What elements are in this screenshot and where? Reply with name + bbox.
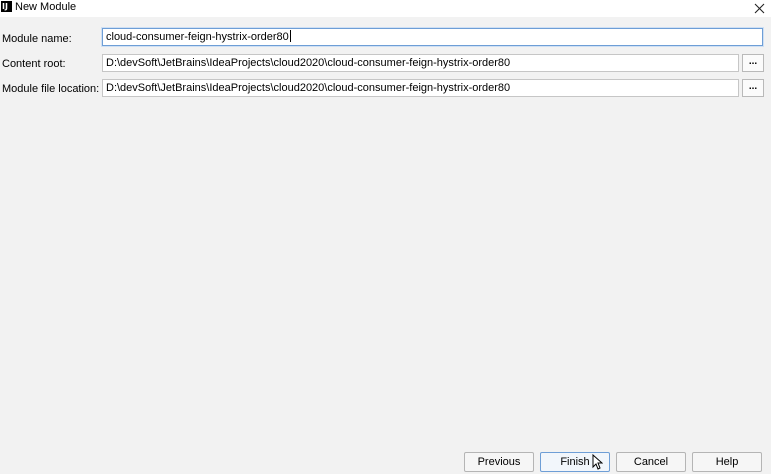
previous-button[interactable]: Previous bbox=[464, 452, 534, 472]
text-caret bbox=[289, 30, 291, 42]
module-name-value: cloud-consumer-feign-hystrix-order80 bbox=[106, 31, 289, 43]
module-file-location-label: Module file location: bbox=[2, 83, 100, 95]
close-icon bbox=[754, 3, 765, 13]
cancel-button[interactable]: Cancel bbox=[616, 452, 686, 472]
module-file-location-browse-button[interactable]: ... bbox=[742, 79, 764, 97]
content-root-value: D:\devSoft\JetBrains\IdeaProjects\cloud2… bbox=[106, 57, 511, 69]
window-title: New Module bbox=[15, 1, 77, 13]
module-file-location-value: D:\devSoft\JetBrains\IdeaProjects\cloud2… bbox=[106, 82, 511, 94]
help-button[interactable]: Help bbox=[692, 452, 762, 472]
module-name-label: Module name: bbox=[2, 33, 72, 45]
content-root-label: Content root: bbox=[2, 58, 66, 70]
module-file-location-input[interactable]: D:\devSoft\JetBrains\IdeaProjects\cloud2… bbox=[102, 79, 739, 97]
content-root-input[interactable]: D:\devSoft\JetBrains\IdeaProjects\cloud2… bbox=[102, 54, 739, 72]
title-bar: IJ New Module bbox=[0, 0, 771, 17]
content-root-browse-button[interactable]: ... bbox=[742, 54, 764, 72]
close-button[interactable] bbox=[748, 0, 771, 16]
intellij-icon: IJ bbox=[1, 1, 12, 12]
module-name-input[interactable]: cloud-consumer-feign-hystrix-order80 bbox=[102, 28, 763, 46]
mouse-pointer-icon bbox=[592, 453, 604, 473]
